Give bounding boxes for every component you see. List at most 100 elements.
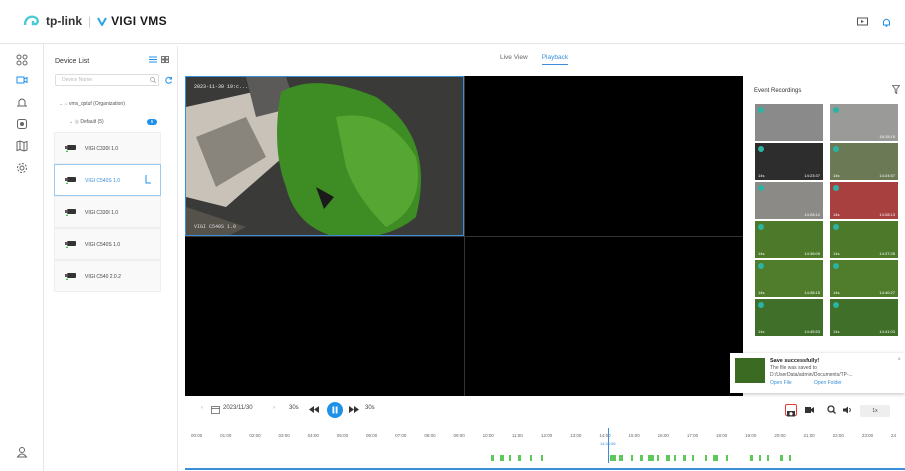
device-item[interactable]: VIGI C330I 1.0 (54, 132, 161, 164)
event-time: 15:15:19 (879, 134, 895, 139)
video-pane-1[interactable]: 2023-11-30 19:c... VIGI C540S 1.0 (185, 76, 464, 236)
recording-segment[interactable] (789, 455, 791, 461)
event-thumbnail[interactable]: 15:15:19 (830, 104, 898, 141)
filter-icon[interactable] (892, 85, 900, 94)
media-icon[interactable] (857, 17, 868, 27)
event-type-icon (758, 302, 764, 308)
device-item-selected[interactable]: VIGI C540S 1.0 (54, 164, 161, 196)
recording-segment[interactable] (530, 455, 532, 461)
recording-segment[interactable] (640, 455, 643, 461)
volume-icon[interactable] (843, 406, 852, 414)
timeline-tick-label: 08:00 (424, 433, 436, 438)
recording-segment[interactable] (610, 455, 616, 461)
date-field[interactable]: 2023/11/30 (223, 405, 253, 411)
recording-segment[interactable] (509, 455, 511, 461)
notification-bell-icon[interactable] (882, 17, 891, 27)
rewind-icon[interactable] (309, 406, 319, 413)
calendar-icon[interactable] (211, 405, 220, 414)
recording-segment[interactable] (705, 455, 707, 461)
device-item[interactable]: VIGI C540S 1.0 (54, 228, 161, 260)
event-thumbnail[interactable]: 14s 14:45:53 (755, 299, 823, 336)
recording-segment[interactable] (648, 455, 654, 461)
user-icon[interactable] (16, 446, 28, 458)
recording-segment[interactable] (666, 455, 670, 461)
recording-segment[interactable] (759, 455, 761, 461)
org-tree-item[interactable]: ⌄ ⌂ vms_qstuf (Organization) (59, 101, 125, 107)
dashboard-icon[interactable] (16, 54, 28, 66)
recording-segment[interactable] (619, 455, 623, 461)
open-folder-link[interactable]: Open Folder (814, 380, 842, 386)
next-day-icon[interactable]: › (273, 405, 275, 411)
video-grid: 2023-11-30 19:c... VIGI C540S 1.0 (185, 76, 743, 396)
timeline-scrollbar[interactable] (185, 468, 905, 470)
pause-icon (332, 406, 338, 414)
recording-segment[interactable] (780, 455, 783, 461)
event-thumbnail[interactable]: 14s 14:40:27 (830, 260, 898, 297)
event-type-icon (833, 224, 839, 230)
open-file-link[interactable]: Open File (770, 380, 792, 386)
recording-segment[interactable] (692, 455, 694, 461)
event-type-icon (833, 107, 839, 113)
timeline-tick-label: 23:00 (861, 433, 874, 438)
group-label: Default (5) (80, 119, 104, 125)
grid-view-icon[interactable] (161, 56, 169, 63)
recording-segment[interactable] (750, 455, 753, 461)
tab-playback[interactable]: Playback (541, 54, 569, 65)
recording-segment[interactable] (491, 455, 494, 461)
map-icon[interactable] (16, 140, 28, 152)
timeline-tick-label: 11:00 (511, 433, 523, 438)
video-pane-3[interactable] (185, 236, 464, 396)
recording-segment[interactable] (500, 455, 504, 461)
fast-forward-icon[interactable] (349, 406, 359, 413)
event-type-icon (758, 224, 764, 230)
zoom-icon[interactable] (827, 405, 836, 414)
group-tree-item[interactable]: ⌄ ◎ Default (5) (69, 119, 104, 125)
recording-segment[interactable] (726, 455, 728, 461)
event-recordings-title: Event Recordings (754, 88, 802, 94)
speed-select[interactable]: 1x (860, 405, 890, 417)
event-thumbnail[interactable]: 14s 14:36:09 (755, 221, 823, 258)
event-thumbnail[interactable]: 14s 14:38:15 (755, 260, 823, 297)
event-thumbnail[interactable]: 14s 14:28:13 (830, 182, 898, 219)
alarm-icon[interactable] (16, 96, 28, 108)
event-type-icon (833, 185, 839, 191)
timeline-cursor-time: 14:35:56 (600, 441, 616, 446)
timeline[interactable]: 00:00 01:00 02:00 03:00 04:00 05:00 06:00 07:00… (185, 428, 905, 471)
timeline-tick-label: 12:00 (541, 433, 553, 438)
snapshot-button[interactable] (785, 404, 797, 417)
tab-live-view[interactable]: Live View (500, 54, 528, 65)
pause-button[interactable] (327, 402, 343, 418)
record-clip-icon[interactable] (805, 406, 815, 414)
event-time: 14:28:13 (879, 212, 895, 217)
recording-segment[interactable] (631, 455, 633, 461)
device-item[interactable]: VIGI C540 2.0.2 (54, 260, 161, 292)
event-thumbnail[interactable]: 14:28:12 (755, 182, 823, 219)
recording-segment[interactable] (518, 455, 521, 461)
list-view-icon[interactable] (149, 56, 157, 63)
recording-segment[interactable] (713, 455, 718, 461)
event-thumbnail[interactable]: 14s 14:24:57 (830, 143, 898, 180)
recording-segment[interactable] (674, 455, 676, 461)
prev-day-icon[interactable]: ‹ (201, 405, 203, 411)
event-time: 14:36:09 (804, 251, 820, 256)
device-search-input[interactable]: Device Name (55, 74, 159, 86)
record-icon[interactable] (16, 118, 28, 130)
event-thumbnail[interactable]: 14s 14:37:28 (830, 221, 898, 258)
event-thumbnail[interactable]: 14s 14:41:03 (830, 299, 898, 336)
video-pane-2[interactable] (464, 76, 743, 236)
event-thumbnail[interactable]: 14s 14:23:37 (755, 143, 823, 180)
close-icon[interactable]: × (897, 357, 901, 363)
device-item[interactable]: VIGI C330I 1.0 (54, 196, 161, 228)
recording-segment[interactable] (767, 455, 769, 461)
search-icon[interactable] (150, 77, 156, 83)
recording-segment[interactable] (657, 455, 659, 461)
settings-icon[interactable] (16, 162, 28, 174)
event-type-icon (758, 263, 764, 269)
refresh-icon[interactable] (165, 76, 173, 84)
event-thumbnail[interactable] (755, 104, 823, 141)
video-pane-4[interactable] (464, 236, 743, 396)
timeline-tick-label: 01:00 (220, 433, 232, 438)
recording-segment[interactable] (541, 455, 543, 461)
recording-segment[interactable] (683, 455, 686, 461)
video-icon[interactable] (16, 74, 28, 86)
